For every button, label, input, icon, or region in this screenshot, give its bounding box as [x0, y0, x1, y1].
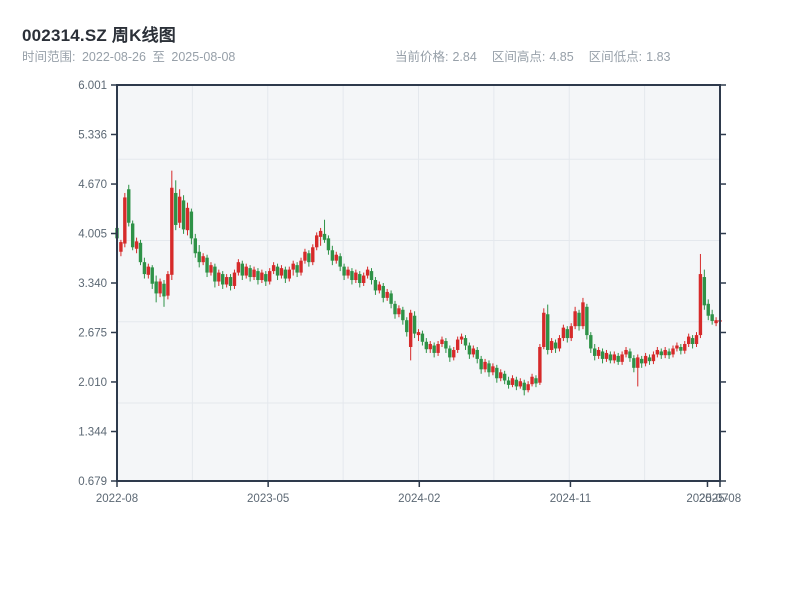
date-range-start: 2022-08-26 — [81, 50, 146, 64]
range-low-value: 1.83 — [646, 50, 671, 64]
svg-text:2.010: 2.010 — [78, 377, 107, 389]
current-price-value: 2.84 — [452, 50, 477, 64]
svg-text:2023-05: 2023-05 — [247, 493, 289, 505]
svg-text:2024-11: 2024-11 — [550, 493, 591, 505]
range-low-stat: 区间低点: 1.83 — [589, 46, 671, 65]
current-price-stat: 当前价格: 2.84 — [395, 46, 477, 65]
current-price-label: 当前价格: — [395, 50, 449, 64]
range-high-label: 区间高点: — [491, 50, 546, 64]
page-title: 002314.SZ 周K线图 — [22, 26, 176, 45]
svg-text:2022-08: 2022-08 — [96, 493, 138, 505]
price-stats: 当前价格: 2.84 区间高点: 4.85 区间低点: 1.83 — [395, 46, 670, 65]
svg-text:0.679: 0.679 — [78, 476, 107, 488]
date-range-end: 2025-08-08 — [171, 50, 236, 64]
range-low-label: 区间低点: — [588, 50, 643, 64]
svg-text:3.340: 3.340 — [78, 278, 107, 290]
svg-text:2.675: 2.675 — [78, 327, 107, 339]
svg-text:5.336: 5.336 — [78, 129, 107, 141]
date-range-connector: 至 — [152, 50, 165, 64]
svg-text:4.670: 4.670 — [78, 179, 107, 191]
svg-text:4.005: 4.005 — [78, 229, 107, 241]
date-range-subtitle: 时间范围: 2022-08-26 至 2025-08-08 — [22, 46, 238, 65]
svg-text:1.344: 1.344 — [78, 427, 107, 439]
svg-text:2024-02: 2024-02 — [398, 493, 440, 505]
range-high-stat: 区间高点: 4.85 — [492, 46, 574, 65]
range-high-value: 4.85 — [549, 50, 574, 64]
kline-chart: 6.001 5.336 4.670 4.005 3.340 2.675 2.010 1.344… — [78, 80, 741, 505]
svg-text:6.001: 6.001 — [78, 80, 107, 92]
date-range-label: 时间范围: — [22, 50, 76, 64]
svg-text:2025-08: 2025-08 — [699, 493, 741, 505]
kline-page: 002314.SZ 周K线图 时间范围: 2022-08-26 至 2025-0… — [0, 0, 800, 600]
